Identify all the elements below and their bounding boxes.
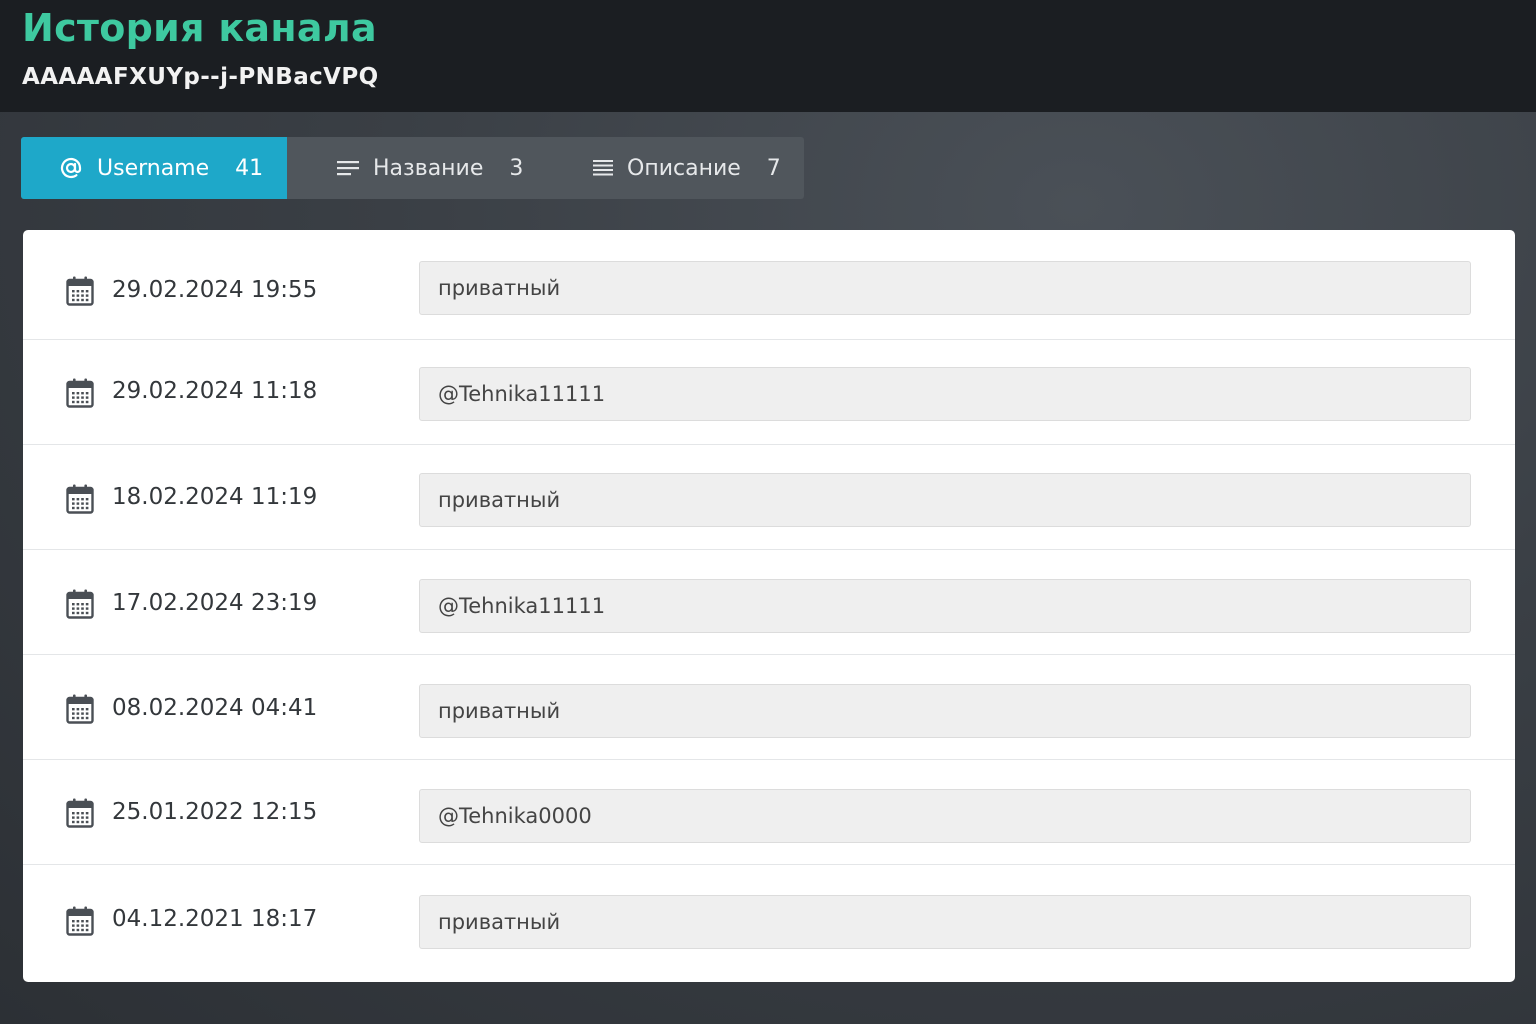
channel-id: AAAAAFXUYp--j-PNBacVPQ [22,64,379,90]
tab-username-count: 41 [235,155,264,181]
tab-description[interactable]: Описание 7 [541,137,804,199]
history-date: 17.02.2024 23:19 [112,590,318,616]
lines-icon [337,159,359,177]
history-value[interactable]: приватный [419,684,1471,738]
history-date: 29.02.2024 11:18 [112,378,318,404]
list-item: 25.01.2022 12:15 @Tehnika0000 [23,760,1515,865]
tab-name-label: Название [373,155,484,181]
calendar-icon [66,589,94,619]
list-item: 08.02.2024 04:41 приватный [23,655,1515,760]
text-lines-icon [593,159,613,177]
calendar-icon [66,484,94,514]
tab-name[interactable]: Название 3 [287,137,541,199]
history-value[interactable]: приватный [419,895,1471,949]
list-item: 29.02.2024 11:18 @Tehnika11111 [23,340,1515,445]
calendar-icon [66,694,94,724]
history-value[interactable]: приватный [419,473,1471,527]
calendar-icon [66,906,94,936]
tab-username-label: Username [97,155,210,181]
at-icon [59,156,83,180]
history-date: 25.01.2022 12:15 [112,799,318,825]
history-date: 18.02.2024 11:19 [112,484,318,510]
tab-name-count: 3 [509,155,524,181]
calendar-icon [66,798,94,828]
tab-description-label: Описание [627,155,741,181]
history-value[interactable]: @Tehnika11111 [419,579,1471,633]
list-item: 29.02.2024 19:55 приватный [23,235,1515,340]
tab-username[interactable]: Username 41 [21,137,287,199]
history-list: 29.02.2024 19:55 приватный 29.02.2024 11… [23,230,1515,982]
history-tabs: Username 41 Название 3 Описание 7 [21,137,804,199]
list-item: 18.02.2024 11:19 приватный [23,445,1515,550]
tab-description-count: 7 [766,155,781,181]
calendar-icon [66,378,94,408]
list-item: 17.02.2024 23:19 @Tehnika11111 [23,550,1515,655]
history-date: 04.12.2021 18:17 [112,906,318,932]
history-date: 29.02.2024 19:55 [112,277,318,303]
history-value[interactable]: @Tehnika11111 [419,367,1471,421]
page-header: История канала AAAAAFXUYp--j-PNBacVPQ [0,0,1536,112]
list-item: 04.12.2021 18:17 приватный [23,865,1515,970]
history-date: 08.02.2024 04:41 [112,695,318,721]
history-value[interactable]: приватный [419,261,1471,315]
history-value[interactable]: @Tehnika0000 [419,789,1471,843]
calendar-icon [66,276,94,306]
page-title: История канала [22,6,377,50]
